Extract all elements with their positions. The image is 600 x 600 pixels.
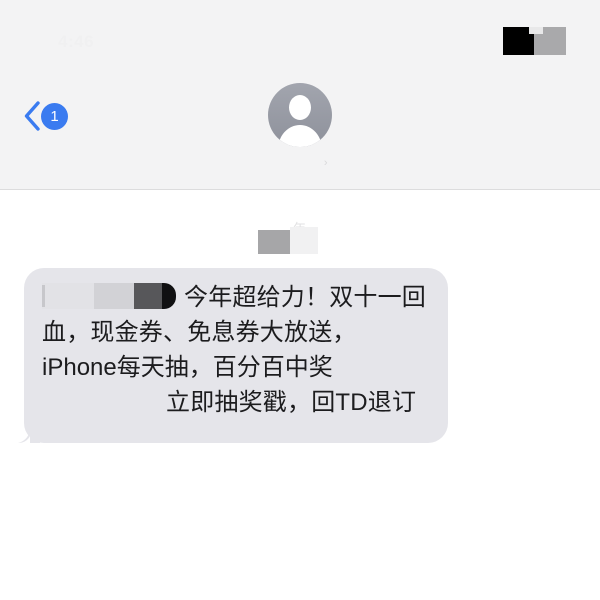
message-text: 今年超给力！双十一回血，现金券、免息券大放送， iPhone每天抽，百分百中奖立…: [42, 280, 432, 420]
message-bubble-incoming[interactable]: 今年超给力！双十一回血，现金券、免息券大放送， iPhone每天抽，百分百中奖立…: [18, 268, 448, 443]
redaction-bracket-left: [42, 285, 45, 307]
person-avatar-icon: [289, 95, 311, 120]
contact-name[interactable]: ›: [0, 154, 600, 171]
person-avatar-body-icon: [278, 125, 322, 147]
redaction-segment-4: [162, 283, 176, 309]
conversation-thread[interactable]: 年 今年超给力！双十一回血，现金券、免息券大放送， iPhone每天抽，百分: [0, 190, 600, 600]
bubble-tail-icon: [18, 421, 40, 443]
message-line-5: 订: [392, 389, 417, 416]
message-timestamp: 年: [0, 210, 600, 256]
message-line-1: 今年超给力！双十: [184, 284, 378, 311]
navigation-bar: 4:46 1 ›: [0, 0, 600, 190]
contact-avatar[interactable]: [268, 83, 332, 147]
back-button[interactable]: 1: [24, 97, 68, 135]
unread-count-badge[interactable]: 1: [41, 102, 68, 130]
timestamp-redaction-block-light: [290, 227, 318, 254]
sender-tag-redaction: [42, 283, 178, 309]
chevron-right-icon: ›: [323, 157, 328, 169]
message-link-redaction[interactable]: [42, 389, 166, 415]
status-bar-time: 4:46: [58, 32, 95, 51]
status-bar: 4:46: [0, 0, 600, 66]
redaction-segment-1: [42, 283, 94, 309]
redaction-segment-3: [134, 283, 162, 309]
message-row: 今年超给力！双十一回血，现金券、免息券大放送， iPhone每天抽，百分百中奖立…: [0, 268, 600, 443]
message-line-4: 立即抽奖戳，回TD退: [166, 389, 392, 416]
status-bar-redaction-block: [503, 27, 566, 55]
redaction-segment-2: [94, 283, 134, 309]
timestamp-redaction-block: [258, 230, 290, 254]
chevron-left-icon: [24, 101, 40, 131]
redaction-block-fade: [529, 27, 543, 34]
contact-name-text: [272, 154, 315, 171]
